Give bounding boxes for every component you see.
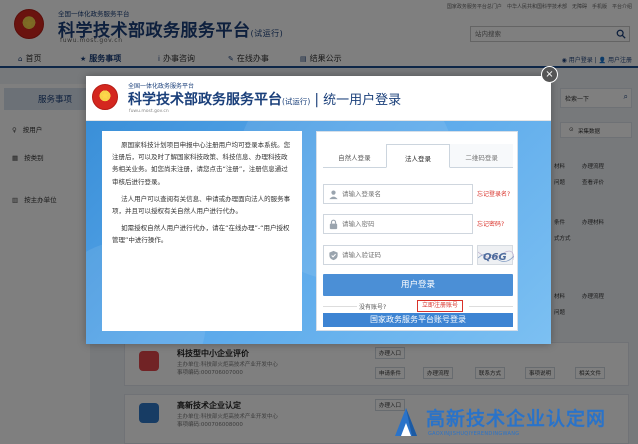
tab-natural-person[interactable]: 自然人登录 [323,144,386,168]
shield-icon [329,250,338,261]
site-watermark: 高新技术企业认定网 GAOXINJISHUQIYERENDINGWANG [388,402,638,444]
info-paragraph: 如需授权自然人用户进行代办，请在“在线办理”-“用户授权管理”中进行操作。 [112,224,290,245]
forgot-username-link[interactable]: 忘记登录名? [477,189,510,198]
lock-icon [329,219,338,230]
modal-close-button[interactable]: × [541,66,558,83]
tab-legal-person[interactable]: 法人登录 [385,144,451,168]
no-account-text: 没有账号? [359,304,387,311]
login-button[interactable]: 用户登录 [323,274,513,296]
login-form: 自然人登录 法人登录 二维码登录 忘记登录名? 忘记密码? [316,131,518,331]
forgot-password-link[interactable]: 忘记密码? [477,219,504,228]
modal-body: 原国家科技计划项目申报中心注册用户均可登录本系统。您注册后，可以及时了解国家科技… [86,121,551,344]
modal-header: 全国一体化政务服务平台 科学技术部政务服务平台(试运行)|统一用户登录 fuwu… [86,76,551,121]
info-paragraph: 法人用户可以查阅有关信息、申请或办理面向法人的服务事项，并且可以授权有关自然人用… [112,194,291,216]
captcha-field[interactable] [323,245,473,265]
modal-title: 科学技术部政务服务平台(试运行) | 统一用户登录 [128,92,402,108]
register-link[interactable]: 立即注册账号 [417,300,463,312]
watermark-text: 高新技术企业认定网 [426,408,607,430]
divider [469,306,513,307]
captcha-text: Q6G [483,252,507,263]
divider [323,306,357,307]
login-tabs: 自然人登录 法人登录 二维码登录 [323,144,514,168]
info-paragraph: 原国家科技计划项目申报中心注册用户均可登录本系统。您注册后，可以及时了解国家科技… [112,141,291,186]
password-input[interactable] [342,218,468,230]
password-field[interactable] [323,214,473,234]
username-field[interactable] [323,184,473,204]
username-input[interactable] [342,188,468,200]
user-icon [329,190,338,200]
modal-domain: fuwu.most.gov.cn [129,109,169,114]
tab-qrcode[interactable]: 二维码登录 [450,144,514,168]
national-platform-login-button[interactable]: 国家政务服务平台账号登录 [323,313,513,327]
watermark-logo-icon [395,408,417,436]
login-modal: 全国一体化政务服务平台 科学技术部政务服务平台(试运行)|统一用户登录 fuwu… [86,76,551,344]
watermark-subtext: GAOXINJISHUQIYERENDINGWANG [428,431,520,437]
login-info-panel: 原国家科技计划项目申报中心注册用户均可登录本系统。您注册后，可以及时了解国家科技… [102,131,302,331]
captcha-image[interactable]: Q6G [477,245,515,265]
national-emblem-icon [92,84,118,110]
captcha-input[interactable] [342,249,468,261]
